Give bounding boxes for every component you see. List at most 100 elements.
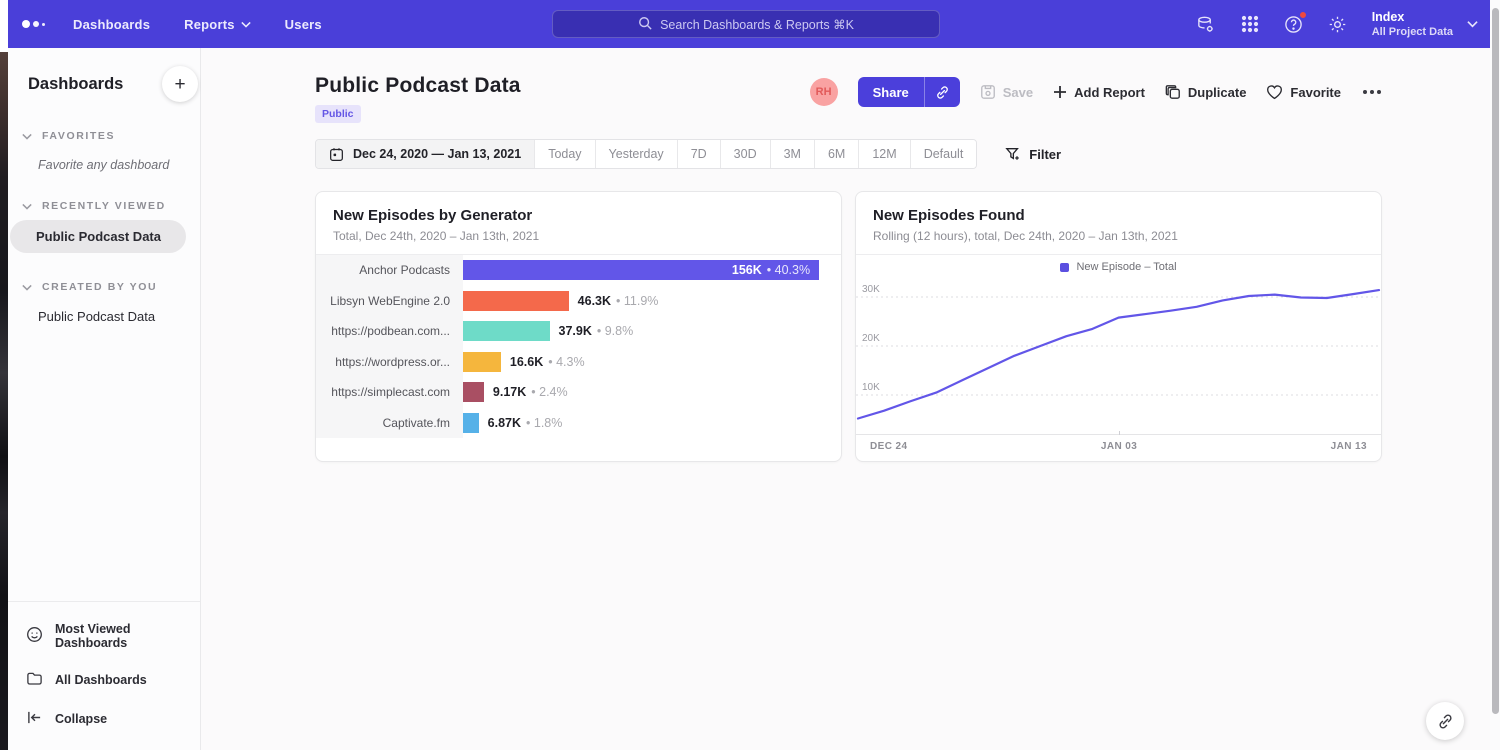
collapse-icon (26, 710, 43, 728)
search-placeholder: Search Dashboards & Reports ⌘K (660, 17, 854, 32)
bar[interactable] (463, 352, 501, 372)
range-button-7d[interactable]: 7D (677, 140, 720, 168)
nav-item-dashboards[interactable]: Dashboards (73, 17, 150, 32)
line-chart-plot[interactable]: 10K 20K 30K (856, 279, 1381, 434)
legend-swatch (1060, 263, 1069, 272)
copy-link-button[interactable] (1426, 702, 1464, 740)
bar-category-label: https://podbean.com... (316, 316, 463, 347)
line-chart-legend: New Episode – Total (856, 255, 1381, 279)
bar-value-label: 37.9K• 9.8% (559, 316, 634, 347)
app-logo-icon[interactable] (22, 20, 45, 28)
apps-grid-icon[interactable] (1240, 14, 1260, 34)
date-range-picker[interactable]: Dec 24, 2020 — Jan 13, 2021 (316, 140, 534, 168)
filter-button[interactable]: Filter (1005, 146, 1061, 162)
save-icon (980, 84, 996, 100)
project-name: Index (1372, 10, 1453, 26)
share-button[interactable]: Share (858, 77, 960, 107)
sidebar-footer-all-dashboards[interactable]: All Dashboards (8, 660, 200, 700)
bar[interactable] (463, 291, 569, 311)
axis-tick (1119, 431, 1120, 435)
bar-category-label: https://simplecast.com (316, 377, 463, 408)
scrollbar-thumb[interactable] (1492, 8, 1499, 714)
bar-row: Captivate.fm 6.87K• 1.8% (316, 408, 841, 439)
filter-label: Filter (1029, 147, 1061, 162)
sidebar-section: CREATED BY YOU Public Podcast Data (8, 281, 200, 332)
nav-item-users[interactable]: Users (285, 17, 322, 32)
bar-value-label: 9.17K• 2.4% (493, 377, 568, 408)
public-badge: Public (315, 105, 361, 123)
search-input[interactable]: Search Dashboards & Reports ⌘K (552, 10, 940, 38)
add-report-button[interactable]: Add Report (1053, 85, 1145, 100)
bar[interactable] (463, 382, 484, 402)
folder-icon (26, 670, 43, 690)
bar-row: https://podbean.com... 37.9K• 9.8% (316, 316, 841, 347)
sidebar: Dashboards + FAVORITESFavorite any dashb… (8, 48, 201, 750)
section-header[interactable]: FAVORITES (8, 130, 200, 142)
sidebar-footer-most-viewed-dashboards[interactable]: Most Viewed Dashboards (8, 612, 200, 660)
more-menu-icon[interactable] (1361, 86, 1383, 98)
bar-category-label: Captivate.fm (316, 408, 463, 439)
section-header[interactable]: RECENTLY VIEWED (8, 200, 200, 212)
range-button-3m[interactable]: 3M (770, 140, 814, 168)
x-tick-label: DEC 24 (870, 441, 907, 452)
line-chart-title: New Episodes Found (873, 207, 1364, 224)
range-button-30d[interactable]: 30D (720, 140, 770, 168)
smiley-icon (26, 626, 43, 646)
save-button[interactable]: Save (980, 84, 1033, 100)
calendar-icon (329, 147, 344, 162)
svg-text:20K: 20K (862, 333, 880, 344)
help-icon[interactable] (1284, 14, 1304, 34)
bar[interactable] (463, 321, 550, 341)
range-button-today[interactable]: Today (534, 140, 594, 168)
share-link-icon[interactable] (924, 77, 960, 107)
range-button-6m[interactable]: 6M (814, 140, 858, 168)
avatar[interactable]: RH (810, 78, 838, 106)
x-tick-label: JAN 03 (1101, 441, 1137, 452)
range-button-default[interactable]: Default (910, 140, 977, 168)
date-toolbar: Dec 24, 2020 — Jan 13, 2021 TodayYesterd… (315, 139, 1383, 169)
bar-value-label: 6.87K• 1.8% (488, 408, 563, 439)
main-content: Public Podcast Data Public RH Share (201, 48, 1490, 750)
range-button-yesterday[interactable]: Yesterday (595, 140, 677, 168)
bar-value-label: 156K• 40.3% (732, 255, 810, 286)
date-range-label: Dec 24, 2020 — Jan 13, 2021 (353, 147, 521, 161)
range-button-12m[interactable]: 12M (858, 140, 909, 168)
line-chart-subtitle: Rolling (12 hours), total, Dec 24th, 202… (873, 229, 1364, 243)
share-button-label[interactable]: Share (858, 77, 924, 107)
chevron-down-icon (241, 21, 251, 28)
svg-text:10K: 10K (862, 382, 880, 393)
legend-label: New Episode – Total (1076, 261, 1176, 273)
x-tick-label: JAN 13 (1331, 441, 1367, 452)
bar-value-label: 16.6K• 4.3% (510, 347, 585, 378)
nav-menu: Dashboards Reports Users (73, 17, 322, 32)
line-chart-x-axis: DEC 24 JAN 03 JAN 13 (856, 434, 1381, 458)
favorite-button[interactable]: Favorite (1266, 84, 1341, 100)
gear-icon[interactable] (1328, 14, 1348, 34)
chevron-down-icon (22, 203, 32, 210)
add-dashboard-button[interactable]: + (162, 66, 198, 102)
heart-icon (1266, 84, 1283, 100)
bar[interactable] (463, 413, 479, 433)
sidebar-section: RECENTLY VIEWED Public Podcast Data (8, 200, 200, 253)
data-source-icon[interactable] (1196, 14, 1216, 34)
bar-row: https://wordpress.or...16.6K• 4.3% (316, 347, 841, 378)
bar-row: Libsyn WebEngine 2.046.3K• 11.9% (316, 286, 841, 317)
bar-chart-subtitle: Total, Dec 24th, 2020 – Jan 13th, 2021 (333, 229, 824, 243)
bar-row: https://simplecast.com 9.17K• 2.4% (316, 377, 841, 408)
sidebar-item[interactable]: Public Podcast Data (10, 220, 186, 253)
duplicate-button[interactable]: Duplicate (1165, 84, 1247, 100)
chevron-down-icon (1467, 20, 1478, 28)
card-new-episodes-found: New Episodes Found Rolling (12 hours), t… (855, 191, 1382, 462)
nav-right: Index All Project Data (1196, 10, 1478, 38)
page-title: Public Podcast Data (315, 74, 521, 98)
nav-item-reports[interactable]: Reports (184, 17, 251, 32)
section-header[interactable]: CREATED BY YOU (8, 281, 200, 293)
section-empty-text: Favorite any dashboard (8, 142, 200, 172)
scrollbar-track[interactable] (1490, 0, 1500, 750)
sidebar-title: Dashboards (28, 75, 123, 94)
project-selector[interactable]: Index All Project Data (1372, 10, 1478, 38)
svg-text:30K: 30K (862, 284, 880, 295)
sidebar-footer-collapse[interactable]: Collapse (8, 700, 200, 738)
sidebar-item[interactable]: Public Podcast Data (8, 301, 200, 332)
sidebar-section: FAVORITESFavorite any dashboard (8, 130, 200, 172)
